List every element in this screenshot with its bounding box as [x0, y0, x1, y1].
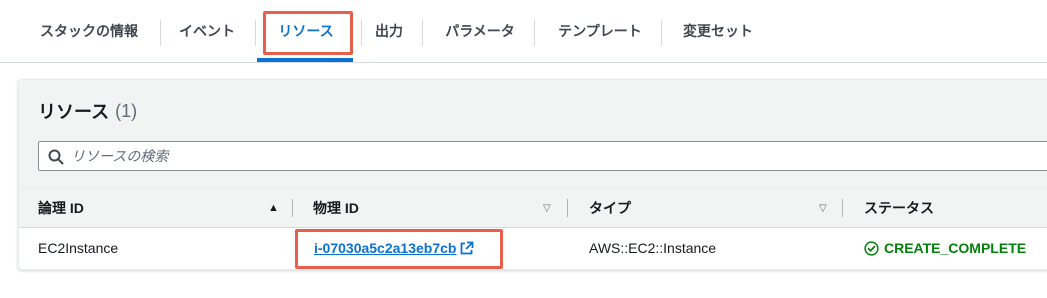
- tab-events[interactable]: イベント: [170, 0, 244, 62]
- panel-title-text: リソース: [38, 102, 110, 122]
- tab-divider: [422, 20, 423, 46]
- search-icon: [48, 149, 64, 165]
- panel-count: (1): [115, 100, 138, 121]
- success-check-icon: [864, 240, 879, 256]
- tab-change-sets[interactable]: 変更セット: [674, 0, 762, 62]
- cell-type: AWS::EC2::Instance: [589, 240, 717, 256]
- column-header-status[interactable]: ステータス: [864, 189, 934, 227]
- cell-status: CREATE_COMPLETE: [864, 228, 1026, 268]
- search-box[interactable]: [38, 141, 1047, 171]
- column-divider[interactable]: [292, 199, 293, 217]
- tab-bar: スタックの情報 イベント リソース 出力 パラメータ テンプレート 変更セット: [0, 0, 1047, 64]
- tab-divider: [534, 20, 535, 46]
- search-input[interactable]: [71, 142, 971, 170]
- column-divider[interactable]: [567, 199, 568, 217]
- tab-divider: [361, 20, 362, 46]
- cell-physical-id: i-07030a5c2a13eb7cb: [314, 228, 474, 268]
- sort-ascending-icon[interactable]: ▲: [268, 189, 279, 227]
- sort-caret-down-icon[interactable]: ▽: [543, 189, 551, 227]
- sort-caret-down-icon[interactable]: ▽: [819, 189, 827, 227]
- table-header: 論理 ID ▲ 物理 ID ▽ タイプ ▽ ステータス: [19, 188, 1047, 228]
- tab-divider: [255, 20, 256, 46]
- tab-outputs[interactable]: 出力: [368, 0, 410, 62]
- column-header-type[interactable]: タイプ: [589, 189, 631, 227]
- tab-stack-info[interactable]: スタックの情報: [30, 0, 148, 62]
- panel-header: リソース (1): [19, 80, 1047, 188]
- tab-template[interactable]: テンプレート: [548, 0, 652, 62]
- tab-parameters[interactable]: パラメータ: [434, 0, 526, 62]
- column-divider[interactable]: [842, 199, 843, 217]
- cell-logical-id: EC2Instance: [38, 240, 119, 256]
- status-text: CREATE_COMPLETE: [884, 240, 1027, 256]
- tabs-divider: [0, 62, 1047, 63]
- tab-divider: [661, 20, 662, 46]
- resources-panel: リソース (1) 論理 ID ▲ 物理 ID ▽ タイプ ▽ ステータス EC2…: [18, 79, 1047, 270]
- physical-id-link[interactable]: i-07030a5c2a13eb7cb: [314, 240, 456, 256]
- table-row: EC2Instance i-07030a5c2a13eb7cb AWS::EC2…: [19, 228, 1047, 268]
- tab-resources[interactable]: リソース: [263, 0, 349, 62]
- panel-title: リソース (1): [38, 97, 137, 125]
- column-header-logical-id[interactable]: 論理 ID: [38, 189, 84, 227]
- tab-divider: [160, 20, 161, 46]
- column-header-physical-id[interactable]: 物理 ID: [313, 189, 359, 227]
- external-link-icon[interactable]: [460, 241, 474, 255]
